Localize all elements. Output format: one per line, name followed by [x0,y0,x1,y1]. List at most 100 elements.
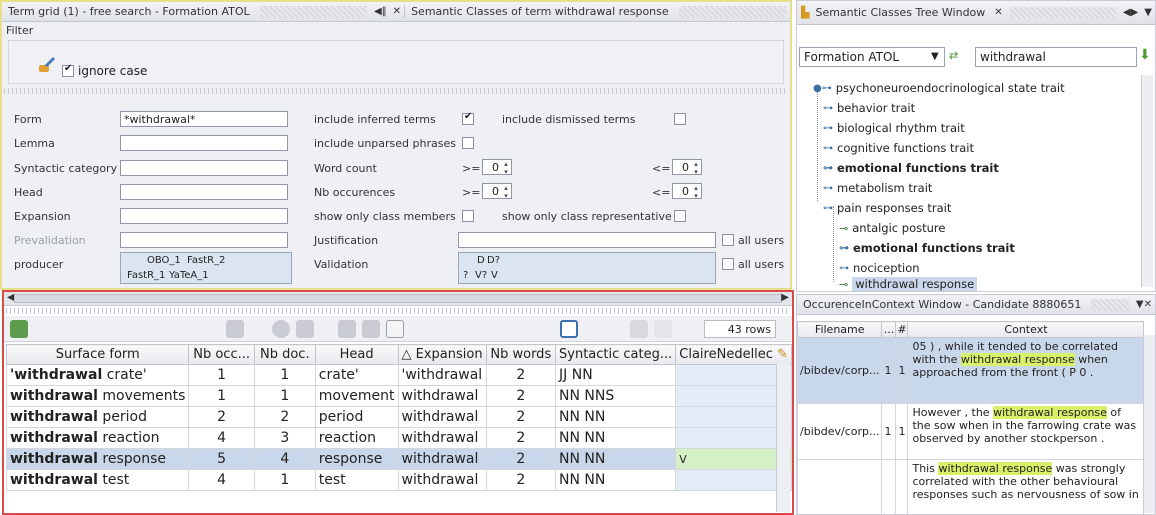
occ-min-spinner[interactable]: 0 [482,183,512,200]
tree-item[interactable]: ⊶ behavior trait [823,101,915,115]
tab-term-grid[interactable]: Term grid (1) - free search - Formation … [2,5,256,18]
go-icon[interactable]: ⬇ [1139,47,1151,63]
word-count-min-spinner[interactable]: 0 [482,159,512,176]
splitter[interactable] [6,308,790,314]
include-inferred-checkbox[interactable] [462,111,474,125]
show-members-checkbox[interactable] [462,210,474,222]
table-row[interactable]: withdrawal period 2 2 period withdrawal … [5,406,792,428]
tab-occurrence-window[interactable]: OccurenceInContext Window - Candidate 88… [797,298,1087,311]
horizontal-scrollbar[interactable]: ◀ ▶ [4,292,792,306]
node-collapsed-icon[interactable]: ⊶ [839,263,849,274]
column-nb-words[interactable]: Nb words [485,344,557,365]
table-row[interactable]: 'withdrawal crate' 1 1 crate' 'withdrawa… [5,364,792,386]
column-dots[interactable]: ... [881,321,897,338]
refresh-icon[interactable] [10,320,28,338]
validation-code[interactable]: D? [487,255,500,266]
validation-code[interactable]: V? [475,270,487,281]
tab-tree-window[interactable]: Semantic Classes Tree Window [809,6,991,19]
table-row[interactable]: withdrawal test 4 1 test withdrawal 2 NN… [5,469,792,491]
syntactic-category-input[interactable] [120,160,288,176]
tree-item[interactable]: ⊶ pain responses trait [823,201,951,215]
word-count-max-spinner[interactable]: 0 [672,159,702,176]
broom-icon[interactable] [38,56,56,74]
cell-claire[interactable] [675,427,792,449]
justification-input[interactable] [458,232,716,248]
table-row-selected[interactable]: withdrawal response 5 4 response withdra… [5,448,792,470]
node-expanded-icon[interactable]: ⊶ [823,203,833,214]
head-input[interactable] [120,184,288,200]
tree-item[interactable]: ⊶ biological rhythm trait [823,121,965,135]
producer-item[interactable]: FastR_1 [127,270,165,281]
node-collapsed-icon[interactable]: ⊶ [823,123,833,134]
scroll-thumb[interactable] [14,294,782,303]
record-icon[interactable] [272,320,290,338]
producer-item[interactable]: OBO_1 [147,255,181,266]
validation-code[interactable]: D [477,255,485,266]
table-row-selected[interactable]: /bibdev/corp... 1 1 05 ) , while it tend… [797,337,1145,404]
occ-max-spinner[interactable]: 0 [672,183,702,200]
vertical-scrollbar[interactable] [776,364,790,512]
tree-vertical-scrollbar[interactable] [1141,75,1153,287]
table-row[interactable]: withdrawal movements 1 1 movement withdr… [5,385,792,407]
tree-item-selected[interactable]: ⊸ withdrawal response [839,277,978,291]
cell-claire[interactable] [675,469,792,491]
tab-semantic-classes[interactable]: Semantic Classes of term withdrawal resp… [404,5,675,18]
column-filename[interactable]: Filename [797,321,883,338]
node-collapsed-icon[interactable]: ⊶ [823,163,833,174]
table-row[interactable]: This withdrawal response was strongly co… [797,459,1145,514]
node-collapsed-icon[interactable]: ⊶ [839,243,849,254]
lemma-input[interactable] [120,135,288,151]
justification-all-users-checkbox[interactable] [722,234,734,246]
include-unparsed-checkbox[interactable] [462,137,474,149]
tree-item[interactable]: ⊶ emotional functions trait [839,241,1015,255]
tree-search-input[interactable]: withdrawal [975,47,1137,67]
column-nb-occ[interactable]: Nb occ... [188,344,255,365]
close-icon[interactable]: ✕ [991,7,1005,18]
tree-item[interactable]: ●⊶ psychoneuroendocrinological state trai… [813,81,1065,95]
node-collapsed-icon[interactable]: ⊶ [823,183,833,194]
tree-item[interactable]: ⊶ emotional functions trait [823,161,999,175]
node-collapsed-icon[interactable]: ⊶ [823,143,833,154]
scroll-right-icon[interactable]: ▶ [778,292,792,303]
prevalidation-input[interactable] [120,232,288,248]
node-collapsed-icon[interactable]: ⊶ [823,103,833,114]
split-icon[interactable] [362,320,380,338]
node-expanded-icon[interactable]: ●⊶ [813,83,832,94]
tree-item[interactable]: ⊶ cognitive functions trait [823,141,974,155]
tree-item[interactable]: ⊸ antalgic posture [839,221,945,235]
save-icon[interactable] [560,320,578,338]
cell-claire[interactable] [675,406,792,428]
refresh-icon[interactable]: ⇄ [949,49,958,62]
export-icon[interactable] [226,320,244,338]
ontology-select[interactable]: Formation ATOL [799,47,945,67]
producer-item[interactable]: FastR_2 [187,255,225,266]
column-surface-form[interactable]: Surface form [5,344,190,365]
tree-item[interactable]: ⊶ nociception [839,261,920,275]
table-row[interactable]: withdrawal reaction 4 3 reaction withdra… [5,427,792,449]
chevron-down-icon[interactable]: ▼ [931,51,939,62]
form-input[interactable]: *withdrawal* [120,111,288,127]
column-syntactic-category[interactable]: Syntactic categ... [555,344,677,365]
validation-list[interactable]: D D? ? V? V [458,252,716,284]
tab-scroll-icon[interactable]: ◀‖ [371,6,390,17]
filter-icon[interactable] [654,320,672,338]
producer-list[interactable]: OBO_1 FastR_2 FastR_1 YaTeA_1 [120,252,292,284]
tab-nav-icon[interactable]: ◀▶ [1120,7,1141,18]
new-icon[interactable] [386,320,404,338]
table-row[interactable]: /bibdev/corp... 1 1 However , the withdr… [797,403,1145,460]
dropdown-icon[interactable]: ▼ [1141,7,1155,18]
merge-icon[interactable] [338,320,356,338]
dropdown-icon[interactable]: ▼✕ [1133,299,1155,310]
column-claire-nedellec[interactable]: ClaireNedellec ✎ [675,344,792,365]
validation-all-users-checkbox[interactable] [722,258,734,270]
cell-claire[interactable]: V [675,448,792,470]
column-expansion[interactable]: △ Expansion [397,344,487,365]
edit-icon[interactable]: ✎ [777,347,788,362]
tools-icon[interactable] [630,320,648,338]
validation-code[interactable]: V [491,270,498,281]
column-head[interactable]: Head [314,344,399,365]
splitter[interactable] [4,88,788,94]
validation-code[interactable]: ? [463,270,468,281]
show-representative-checkbox[interactable] [674,210,686,222]
column-number[interactable]: # [895,321,909,338]
